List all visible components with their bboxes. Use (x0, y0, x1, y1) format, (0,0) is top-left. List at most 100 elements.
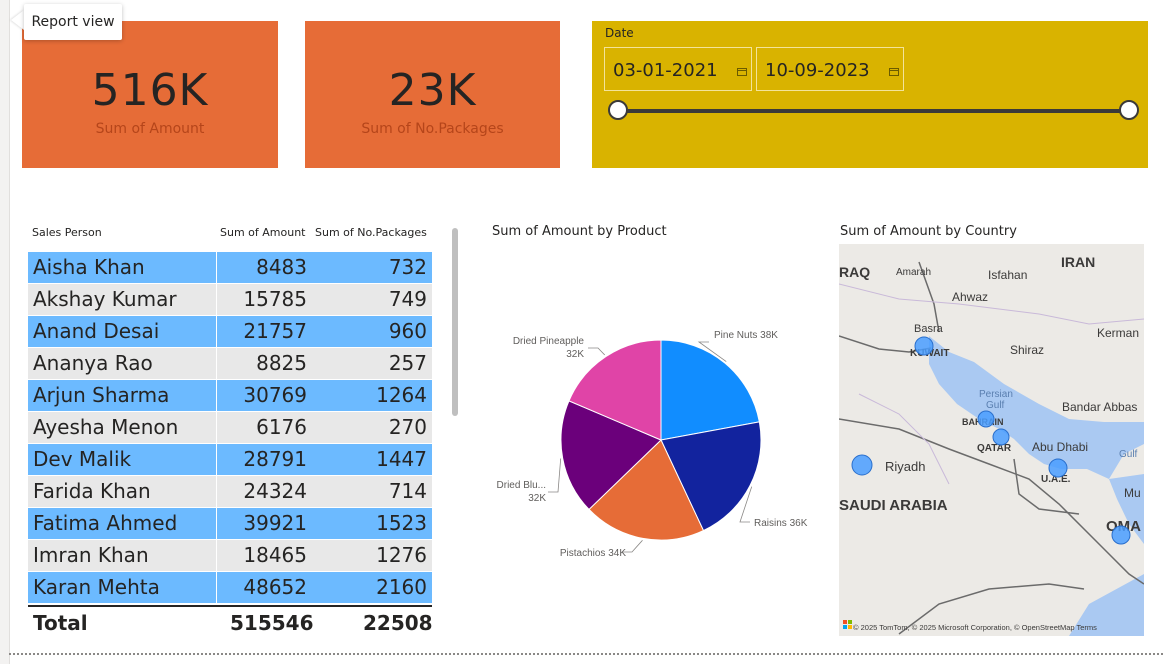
packages-card-label: Sum of No.Packages (361, 121, 504, 137)
packages-cell: 2160 (376, 575, 427, 599)
table-row[interactable]: Dev Malik 28791 1447 (28, 444, 432, 475)
end-date-input[interactable]: 10-09-2023 (756, 47, 904, 91)
table-row[interactable]: Arjun Sharma 30769 1264 (28, 380, 432, 411)
start-date-input[interactable]: 03-01-2021 (604, 47, 752, 91)
slicer-title: Date (605, 26, 634, 40)
map-label: Riyadh (885, 459, 925, 474)
sales-person-name: Arjun Sharma (33, 383, 170, 407)
packages-cell: 732 (388, 255, 427, 279)
table-body: Aisha Khan 8483 732 Akshay Kumar 15785 749 Ana… (28, 252, 432, 604)
column-divider (216, 348, 217, 379)
map-label: Bandar Abbas (1062, 400, 1137, 414)
amount-cell: 8483 (256, 255, 307, 279)
table-row[interactable]: Karan Mehta 48652 2160 (28, 572, 432, 603)
amount-cell: 28791 (243, 447, 307, 471)
column-divider (216, 508, 217, 539)
map-title: Sum of Amount by Country (840, 224, 1017, 239)
map-label: Kerman (1097, 326, 1139, 340)
header-sum-amount[interactable]: Sum of Amount (220, 226, 306, 239)
map-label: Basra (914, 323, 944, 335)
table-scrollbar[interactable] (452, 228, 458, 416)
table-row[interactable]: Aisha Khan 8483 732 (28, 252, 432, 283)
map-label: IRAN (1061, 254, 1095, 270)
start-date-value: 03-01-2021 (613, 60, 718, 81)
pie-chart-title: Sum of Amount by Product (492, 224, 667, 239)
amount-card-value: 516K (91, 65, 209, 116)
table-row[interactable]: Ayesha Menon 6176 270 (28, 412, 432, 443)
canvas-bottom-border (9, 653, 1163, 655)
map-label: Shiraz (1010, 343, 1044, 357)
sales-person-name: Anand Desai (33, 319, 160, 343)
amount-cell: 39921 (243, 511, 307, 535)
country-map[interactable]: RAQ IRAN Amarah Isfahan Ahwaz Basra KUWA… (839, 244, 1144, 636)
total-packages: 22508 (363, 611, 433, 635)
sales-person-name: Ayesha Menon (33, 415, 179, 439)
amount-cell: 18465 (243, 543, 307, 567)
header-sum-packages[interactable]: Sum of No.Packages (315, 226, 427, 239)
table-row[interactable]: Anand Desai 21757 960 (28, 316, 432, 347)
amount-cell: 24324 (243, 479, 307, 503)
calendar-icon[interactable] (737, 68, 747, 76)
table-row[interactable]: Fatima Ahmed 39921 1523 (28, 508, 432, 539)
pie-data-label: Dried Pineapple 32K (513, 336, 585, 360)
total-label: Total (33, 611, 88, 635)
pie-chart: Pine Nuts 38K Raisins 36K Pistachios 34K Dr… (497, 330, 808, 559)
map-label: SAUDI ARABIA (839, 497, 948, 514)
column-divider (216, 380, 217, 411)
packages-cell: 257 (388, 351, 427, 375)
header-sales-person[interactable]: Sales Person (32, 226, 102, 239)
column-divider (216, 444, 217, 475)
sales-person-name: Karan Mehta (33, 575, 160, 599)
packages-cell: 960 (388, 319, 427, 343)
table-row[interactable]: Farida Khan 24324 714 (28, 476, 432, 507)
calendar-icon[interactable] (889, 68, 899, 76)
map-label: Gulf (986, 400, 1005, 411)
amount-cell: 48652 (243, 575, 307, 599)
column-divider (216, 572, 217, 603)
map-attribution[interactable]: © 2025 TomTom, © 2025 Microsoft Corporat… (853, 623, 1097, 632)
table-row[interactable]: Imran Khan 18465 1276 (28, 540, 432, 571)
amount-cell: 6176 (256, 415, 307, 439)
left-panel-edge (0, 0, 10, 664)
sales-person-name: Fatima Ahmed (33, 511, 178, 535)
table-row[interactable]: Akshay Kumar 15785 749 (28, 284, 432, 315)
packages-cell: 749 (388, 287, 427, 311)
amount-cell: 21757 (243, 319, 307, 343)
amount-card[interactable]: 516K Sum of Amount (22, 21, 278, 168)
column-divider (216, 476, 217, 507)
map-bubble-qatar[interactable] (992, 428, 1010, 446)
pie-data-label: Raisins 36K (754, 518, 808, 529)
column-divider (216, 252, 217, 283)
map-bubble-uae[interactable] (1048, 458, 1068, 478)
pie-data-label: Pine Nuts 38K (714, 330, 778, 341)
column-divider (216, 316, 217, 347)
map-label: Ahwaz (952, 290, 988, 304)
pie-data-label: Pistachios 34K (560, 548, 626, 559)
packages-cell: 714 (388, 479, 427, 503)
map-label: Gulf (1119, 449, 1138, 460)
map-label: RAQ (839, 264, 870, 280)
total-amount: 515546 (230, 611, 314, 635)
amount-cell: 15785 (243, 287, 307, 311)
end-date-handle[interactable] (1119, 100, 1139, 120)
packages-card[interactable]: 23K Sum of No.Packages (305, 21, 560, 168)
packages-cell: 1447 (376, 447, 427, 471)
map-label: QATAR (977, 443, 1012, 454)
map-bubble-saudi-arabia[interactable] (851, 454, 873, 476)
sales-person-name: Ananya Rao (33, 351, 153, 375)
map-bubble-kuwait[interactable] (914, 336, 934, 356)
table-row[interactable]: Ananya Rao 8825 257 (28, 348, 432, 379)
map-label: Isfahan (988, 268, 1027, 282)
map-canvas: RAQ IRAN Amarah Isfahan Ahwaz Basra KUWA… (839, 244, 1144, 636)
date-range-track[interactable] (617, 109, 1131, 113)
pie-leader-line (588, 347, 606, 356)
report-view-tooltip: Report view (24, 4, 122, 40)
map-bubble-bahrain[interactable] (977, 410, 995, 428)
sales-person-name: Farida Khan (33, 479, 151, 503)
packages-cell: 1523 (376, 511, 427, 535)
start-date-handle[interactable] (608, 100, 628, 120)
map-label: Persian (979, 389, 1013, 400)
map-label: Amarah (896, 267, 931, 278)
tooltip-arrow (11, 10, 24, 30)
map-bubble-oman[interactable] (1111, 525, 1131, 545)
